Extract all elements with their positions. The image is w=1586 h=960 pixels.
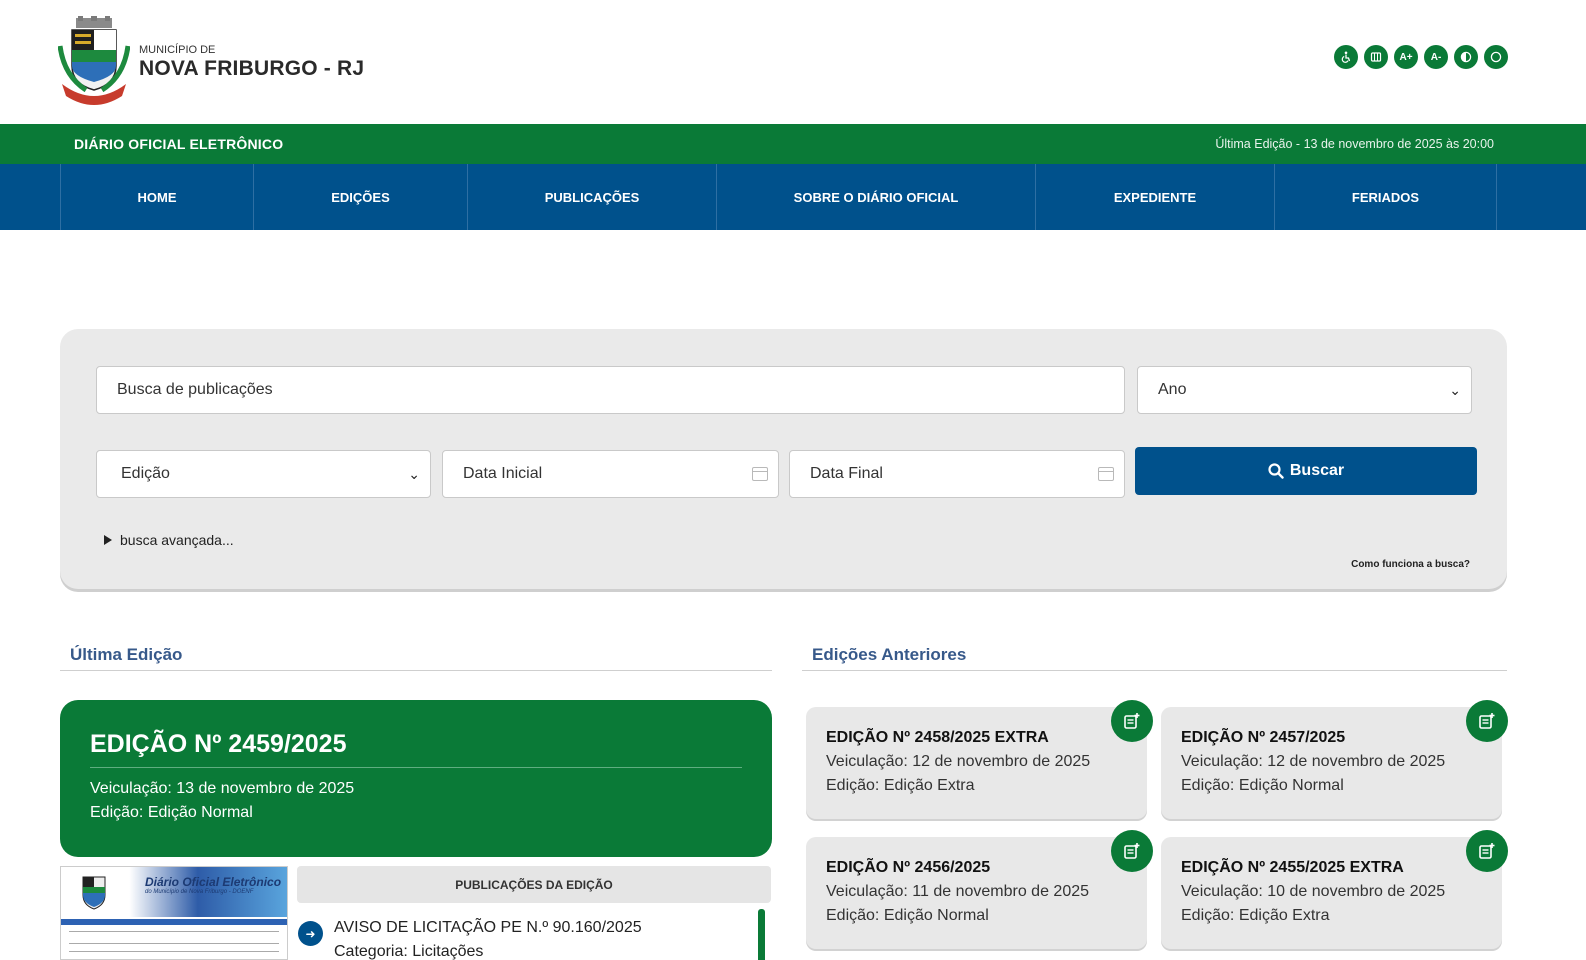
nav-item-sobre[interactable]: SOBRE O DIÁRIO OFICIAL	[717, 164, 1036, 230]
advanced-search-label: busca avançada...	[120, 532, 234, 548]
site-header: MUNICÍPIO DE NOVA FRIBURGO - RJ A+ A-	[0, 0, 1586, 124]
diario-title: DIÁRIO OFICIAL ELETRÔNICO	[74, 136, 284, 152]
triangle-right-icon	[104, 535, 112, 545]
year-select[interactable]: Ano ⌄	[1137, 366, 1472, 414]
thumbnail-subtitle: do Município de Nova Friburgo - DOENF	[145, 889, 254, 895]
publication-title[interactable]: AVISO DE LICITAÇÃO PE N.º 90.160/2025	[334, 919, 642, 937]
how-search-works-link[interactable]: Como funciona a busca?	[1351, 559, 1470, 570]
previous-edition-date: Veiculação: 12 de novembro de 2025	[826, 753, 1091, 770]
previous-edition-card[interactable]: EDIÇÃO Nº 2455/2025 EXTRA Veiculação: 10…	[1161, 830, 1508, 949]
main-navigation: HOME EDIÇÕES PUBLICAÇÕES SOBRE O DIÁRIO …	[0, 164, 1586, 230]
previous-edition-card[interactable]: EDIÇÃO Nº 2458/2025 EXTRA Veiculação: 12…	[806, 700, 1153, 819]
chevron-down-icon: ⌄	[408, 465, 420, 482]
previous-edition-title: EDIÇÃO Nº 2455/2025 EXTRA	[1181, 859, 1404, 876]
previous-edition-date: Veiculação: 10 de novembro de 2025	[1181, 883, 1446, 900]
nav-item-edicoes[interactable]: EDIÇÕES	[254, 164, 468, 230]
edition-select[interactable]: Edição ⌄	[96, 450, 431, 498]
previous-edition-title: EDIÇÃO Nº 2456/2025	[826, 859, 991, 876]
start-date-input[interactable]: Data Inicial	[442, 450, 779, 498]
nav-item-publicacoes[interactable]: PUBLICAÇÕES	[468, 164, 717, 230]
nav-item-home[interactable]: HOME	[61, 164, 254, 230]
edition-cover-thumbnail[interactable]: Diário Oficial Eletrônico do Município d…	[60, 866, 288, 960]
thumbnail-line	[69, 931, 279, 932]
add-document-icon[interactable]	[1111, 700, 1153, 742]
year-select-value: Ano	[1158, 381, 1187, 398]
calendar-icon[interactable]	[1098, 467, 1114, 481]
publication-category: Categoria: Licitações	[334, 943, 484, 960]
previous-edition-card[interactable]: EDIÇÃO Nº 2457/2025 Veiculação: 12 de no…	[1161, 700, 1508, 819]
edition-select-value: Edição	[121, 465, 170, 482]
search-input[interactable]: Busca de publicações	[96, 366, 1125, 414]
thumbnail-title: Diário Oficial Eletrônico	[145, 875, 282, 889]
municipality-label: MUNICÍPIO DE	[139, 44, 216, 56]
sign-language-icon[interactable]	[1364, 45, 1388, 69]
municipality-name[interactable]: NOVA FRIBURGO - RJ	[139, 57, 364, 81]
coat-of-arms-logo[interactable]	[58, 16, 130, 106]
wheelchair-icon[interactable]	[1334, 45, 1358, 69]
nav-item-expediente[interactable]: EXPEDIENTE	[1036, 164, 1275, 230]
advanced-search-toggle[interactable]: busca avançada...	[104, 532, 234, 548]
previous-edition-title: EDIÇÃO Nº 2457/2025	[1181, 729, 1346, 746]
divider	[90, 767, 742, 768]
contrast-icon[interactable]	[1454, 45, 1478, 69]
thumbnail-line	[69, 943, 279, 944]
latest-edition-heading: Última Edição	[60, 645, 772, 671]
chevron-down-icon: ⌄	[1449, 381, 1461, 398]
previous-edition-card[interactable]: EDIÇÃO Nº 2456/2025 Veiculação: 11 de no…	[806, 830, 1153, 949]
add-document-icon[interactable]	[1111, 830, 1153, 872]
previous-editions-heading: Edições Anteriores	[802, 645, 1507, 671]
search-button-label: Buscar	[1289, 462, 1345, 479]
circle-icon[interactable]	[1484, 45, 1508, 69]
latest-edition-card[interactable]: EDIÇÃO Nº 2459/2025 Veiculação: 13 de no…	[60, 700, 772, 857]
accessibility-toolbar: A+ A-	[1334, 45, 1508, 69]
previous-edition-type: Edição: Edição Normal	[1181, 777, 1344, 794]
calendar-icon[interactable]	[752, 467, 768, 481]
search-button[interactable]: Buscar	[1135, 447, 1477, 495]
thumbnail-strip	[61, 919, 287, 925]
add-document-icon[interactable]	[1466, 830, 1508, 872]
coat-of-arms-logo	[82, 876, 106, 910]
last-edition-info: Última Edição - 13 de novembro de 2025 à…	[1215, 137, 1494, 151]
diario-banner: DIÁRIO OFICIAL ELETRÔNICO Última Edição …	[0, 124, 1586, 164]
previous-edition-type: Edição: Edição Normal	[826, 907, 989, 924]
previous-edition-type: Edição: Edição Extra	[826, 777, 975, 794]
previous-edition-date: Veiculação: 11 de novembro de 2025	[826, 883, 1090, 900]
latest-edition-title: EDIÇÃO Nº 2459/2025	[90, 730, 347, 758]
font-decrease-icon[interactable]: A-	[1424, 45, 1448, 69]
font-increase-icon[interactable]: A+	[1394, 45, 1418, 69]
previous-edition-title: EDIÇÃO Nº 2458/2025 EXTRA	[826, 729, 1049, 746]
end-date-placeholder: Data Final	[810, 465, 883, 482]
arrow-right-icon[interactable]: ➜	[298, 921, 323, 946]
latest-edition-date: Veiculação: 13 de novembro de 2025	[90, 780, 355, 797]
publications-scrollbar[interactable]	[758, 909, 765, 960]
previous-edition-type: Edição: Edição Extra	[1181, 907, 1330, 924]
start-date-placeholder: Data Inicial	[463, 465, 543, 482]
publications-heading: PUBLICAÇÕES DA EDIÇÃO	[297, 866, 771, 903]
end-date-input[interactable]: Data Final	[789, 450, 1125, 498]
latest-edition-type: Edição: Edição Normal	[90, 804, 253, 821]
nav-item-feriados[interactable]: FERIADOS	[1275, 164, 1497, 230]
search-input-placeholder: Busca de publicações	[117, 381, 273, 398]
search-icon	[1268, 463, 1284, 479]
previous-edition-date: Veiculação: 12 de novembro de 2025	[1181, 753, 1446, 770]
thumbnail-line	[69, 951, 279, 952]
add-document-icon[interactable]	[1466, 700, 1508, 742]
